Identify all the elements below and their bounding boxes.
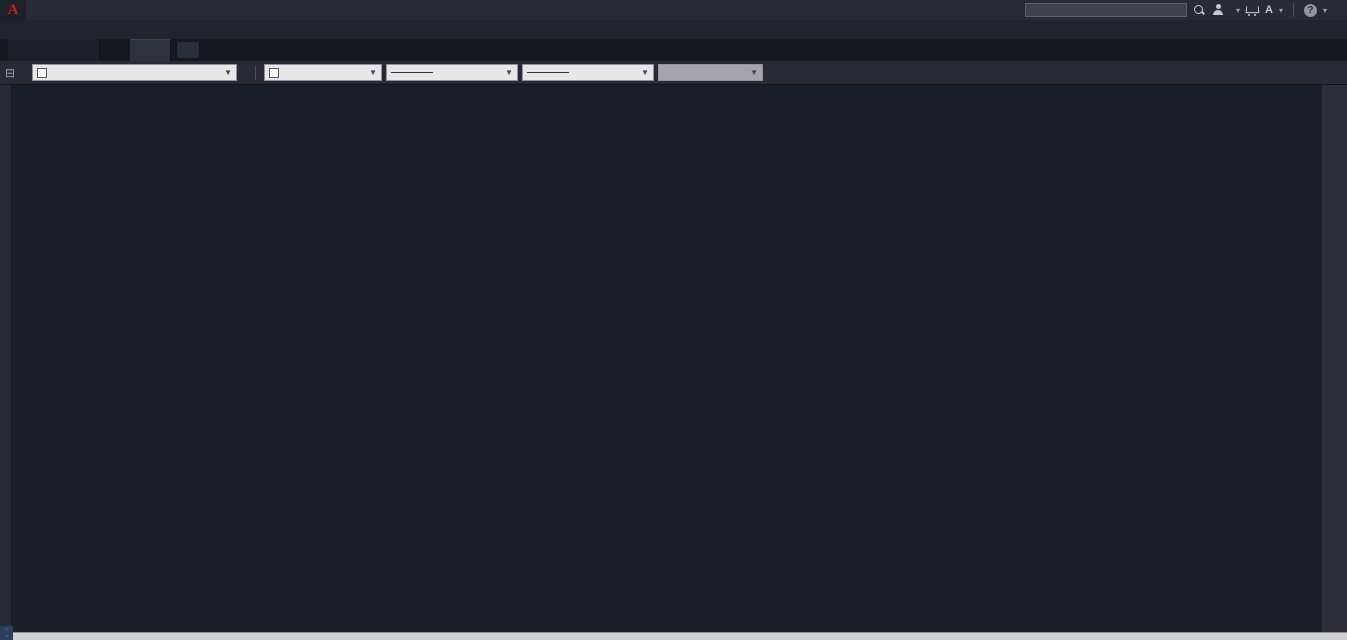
chevron-down-icon: ▼ bbox=[750, 68, 758, 77]
color-dropdown[interactable]: ▼ bbox=[264, 64, 382, 81]
help-icon[interactable]: ? bbox=[1304, 4, 1317, 17]
search-input[interactable] bbox=[1025, 3, 1187, 17]
lineweight-sample bbox=[527, 72, 569, 73]
chevron-down-icon: ▼ bbox=[224, 68, 232, 77]
app-store-cart-icon[interactable] bbox=[1246, 5, 1259, 16]
autocad-logo-icon[interactable]: A bbox=[0, 0, 26, 20]
command-line-strip[interactable] bbox=[0, 632, 1347, 640]
chevron-down-icon: ▼ bbox=[369, 68, 377, 77]
linetype-dropdown[interactable]: ▼ bbox=[386, 64, 518, 81]
file-tab-bar bbox=[0, 39, 1347, 61]
divider bbox=[1293, 3, 1294, 17]
user-avatar-icon[interactable] bbox=[1212, 4, 1224, 16]
layer-color-swatch bbox=[37, 68, 47, 78]
divider bbox=[255, 66, 256, 80]
panel-icon[interactable]: ⊟ bbox=[0, 66, 20, 80]
color-swatch bbox=[269, 68, 279, 78]
modify-dimension-toolbar-vertical bbox=[1322, 85, 1347, 632]
search-icon[interactable] bbox=[1193, 4, 1206, 17]
properties-toolbar: ⊟ ▼ ▼ ▼ ▼ ▼ bbox=[0, 61, 1347, 85]
plot-style-dropdown: ▼ bbox=[658, 64, 763, 81]
title-bar: A ▾ A ▾ ? ▾ bbox=[0, 0, 1347, 20]
menu-bar bbox=[0, 20, 1347, 39]
autodesk-app-caret-icon[interactable]: ▾ bbox=[1279, 6, 1283, 15]
chevron-down-icon: ▼ bbox=[641, 68, 649, 77]
tab-active-drawing[interactable] bbox=[130, 39, 171, 61]
sign-in-caret-icon[interactable]: ▾ bbox=[1236, 6, 1240, 15]
linetype-sample bbox=[391, 72, 433, 73]
layer-dropdown[interactable]: ▼ bbox=[32, 64, 237, 81]
draw-toolbar-vertical bbox=[0, 85, 11, 632]
drawing-canvas[interactable] bbox=[11, 85, 1322, 632]
chevron-down-icon: ▼ bbox=[505, 68, 513, 77]
help-caret-icon[interactable]: ▾ bbox=[1323, 6, 1327, 15]
palette-grip[interactable]: ∙∙∙∙ bbox=[0, 626, 13, 640]
autodesk-app-icon[interactable]: A bbox=[1265, 4, 1273, 16]
lineweight-dropdown[interactable]: ▼ bbox=[522, 64, 654, 81]
tab-start[interactable] bbox=[8, 39, 100, 61]
new-tab-button[interactable] bbox=[177, 42, 199, 58]
